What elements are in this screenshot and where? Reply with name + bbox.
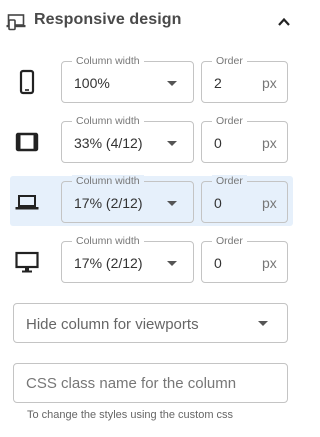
order-unit: px (262, 195, 277, 211)
laptop-icon[interactable] (14, 189, 40, 215)
chevron-up-icon[interactable] (275, 13, 293, 31)
css-class-field (13, 363, 288, 403)
column-width-label: Column width (72, 115, 144, 127)
css-class-input[interactable] (14, 364, 287, 402)
dropdown-caret-icon (167, 201, 177, 206)
order-field[interactable]: Order 0 px (201, 235, 288, 283)
panel-title: Responsive design (34, 11, 182, 28)
order-value[interactable]: 0 (214, 135, 222, 151)
order-unit: px (262, 135, 277, 151)
column-width-label: Column width (72, 55, 144, 67)
order-field[interactable]: Order 2 px (201, 55, 288, 103)
responsive-row-desktop: Column width 17% (2/12) Order 0 px (0, 235, 301, 293)
helper-text: To change the styles using the custom cs… (27, 409, 234, 421)
hide-viewports-placeholder: Hide column for viewports (26, 316, 199, 333)
order-label: Order (212, 115, 247, 127)
responsive-row-mobile: Column width 100% Order 2 px (0, 55, 301, 113)
responsive-design-header[interactable]: Responsive design (0, 0, 301, 44)
dropdown-caret-icon (258, 321, 268, 326)
order-label: Order (212, 175, 247, 187)
order-unit: px (262, 255, 277, 271)
order-value[interactable]: 0 (214, 195, 222, 211)
column-width-select[interactable]: Column width 17% (2/12) (61, 175, 194, 223)
order-value[interactable]: 2 (214, 75, 222, 91)
order-field[interactable]: Order 0 px (201, 115, 288, 163)
column-width-select[interactable]: Column width 17% (2/12) (61, 235, 194, 283)
tablet-icon[interactable] (14, 129, 40, 155)
desktop-icon[interactable] (14, 249, 40, 275)
order-unit: px (262, 75, 277, 91)
column-width-value: 17% (2/12) (74, 195, 143, 211)
responsive-row-laptop: Column width 17% (2/12) Order 0 px (0, 175, 301, 233)
column-width-label: Column width (72, 175, 144, 187)
column-width-value: 33% (4/12) (74, 135, 143, 151)
order-label: Order (212, 55, 247, 67)
column-width-label: Column width (72, 235, 144, 247)
responsive-devices-icon (6, 14, 26, 31)
column-width-select[interactable]: Column width 100% (61, 55, 194, 103)
column-width-value: 17% (2/12) (74, 255, 143, 271)
hide-viewports-select[interactable]: Hide column for viewports (13, 303, 288, 343)
dropdown-caret-icon (167, 261, 177, 266)
column-width-value: 100% (74, 75, 110, 91)
column-width-select[interactable]: Column width 33% (4/12) (61, 115, 194, 163)
order-label: Order (212, 235, 247, 247)
dropdown-caret-icon (167, 81, 177, 86)
order-value[interactable]: 0 (214, 255, 222, 271)
order-field[interactable]: Order 0 px (201, 175, 288, 223)
mobile-icon[interactable] (14, 69, 40, 95)
responsive-row-tablet: Column width 33% (4/12) Order 0 px (0, 115, 301, 173)
dropdown-caret-icon (167, 141, 177, 146)
